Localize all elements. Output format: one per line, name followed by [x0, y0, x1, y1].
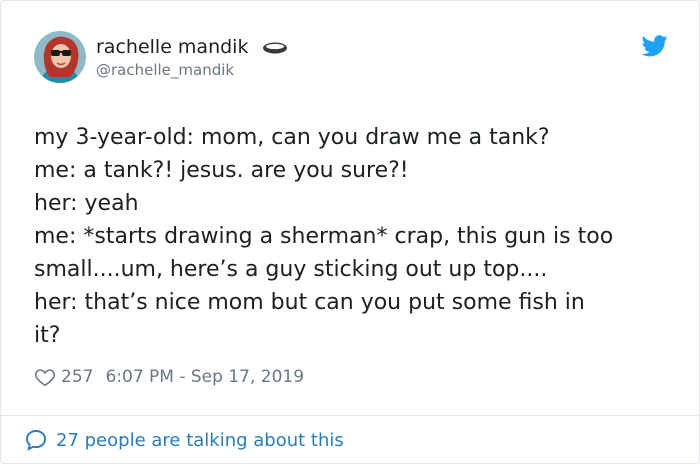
user-block: rachelle mandik @rachelle_mandik — [96, 35, 288, 80]
timestamp-link[interactable]: 6:07 PM - Sep 17, 2019 — [105, 367, 304, 387]
tweet-text: my 3-year-old: mom, can you draw me a ta… — [34, 121, 674, 352]
like-count[interactable]: 257 — [61, 367, 93, 387]
tweet-line: me: *starts drawing a sherman* crap, thi… — [34, 224, 614, 249]
comment-bubble-icon — [24, 428, 48, 452]
tweet-line: it? — [34, 323, 61, 348]
tweet-line: her: yeah — [34, 191, 139, 216]
conversation-count-label: 27 people are talking about this — [56, 429, 344, 451]
tweet-meta: 257 6:07 PM - Sep 17, 2019 — [34, 364, 304, 390]
divider — [1, 415, 699, 416]
tweet-line: her: that’s nice mom but can you put som… — [34, 290, 585, 315]
user-handle[interactable]: @rachelle_mandik — [96, 60, 288, 80]
heart-icon[interactable] — [34, 366, 56, 388]
display-name[interactable]: rachelle mandik — [96, 35, 248, 59]
tweet-card: rachelle mandik @rachelle_mandik my 3-ye… — [0, 0, 700, 464]
conversation-link[interactable]: 27 people are talking about this — [24, 427, 344, 453]
tweet-line: small....um, here’s a guy sticking out u… — [34, 257, 548, 282]
tweet-header: rachelle mandik @rachelle_mandik — [34, 31, 674, 89]
twitter-bird-icon[interactable] — [641, 35, 668, 57]
avatar[interactable] — [34, 31, 86, 83]
tweet-line: me: a tank?! jesus. are you sure?! — [34, 158, 409, 183]
bowl-icon — [262, 40, 288, 54]
tweet-line: my 3-year-old: mom, can you draw me a ta… — [34, 125, 550, 150]
